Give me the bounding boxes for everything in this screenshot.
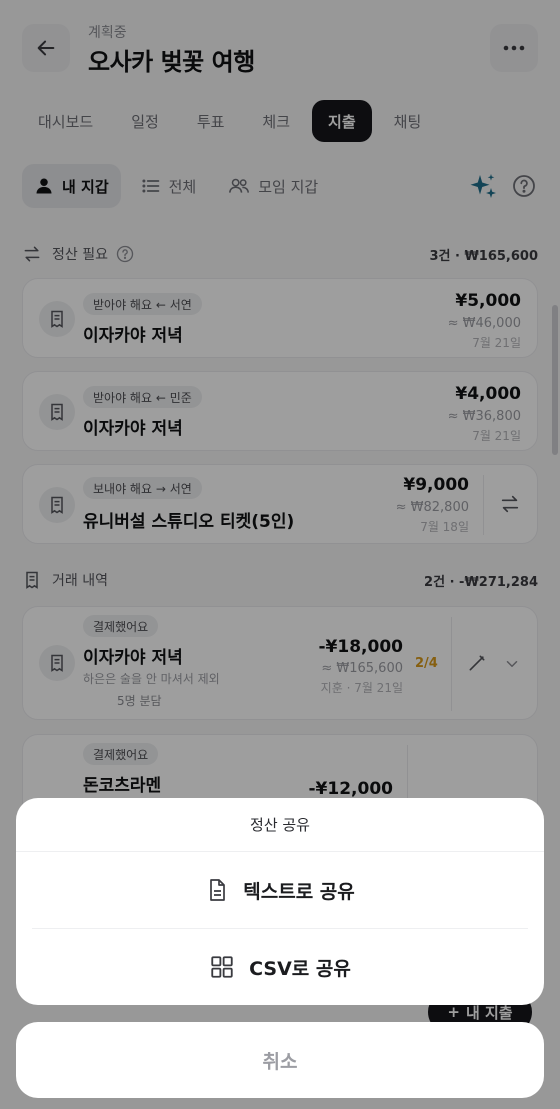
document-icon	[210, 879, 226, 901]
share-text-option[interactable]: 텍스트로 공유	[16, 852, 544, 928]
share-action-sheet: 정산 공유 텍스트로 공유 CSV로 공유	[16, 798, 544, 1005]
share-csv-option[interactable]: CSV로 공유	[16, 929, 544, 1005]
share-csv-label: CSV로 공유	[249, 957, 351, 980]
cancel-button[interactable]: 취소	[16, 1022, 544, 1098]
sheet-title: 정산 공유	[16, 798, 544, 852]
share-text-label: 텍스트로 공유	[243, 880, 355, 903]
grid-icon	[211, 956, 233, 978]
